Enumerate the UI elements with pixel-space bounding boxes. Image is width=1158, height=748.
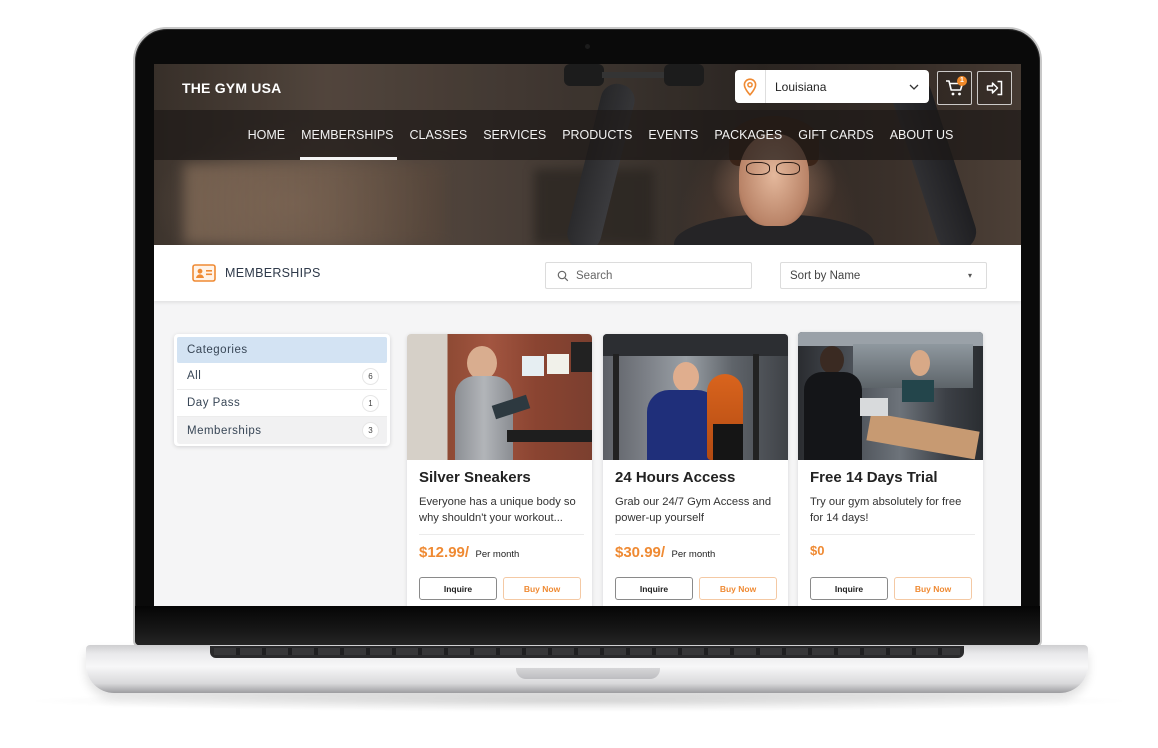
- card-description: Everyone has a unique body so why should…: [419, 496, 576, 524]
- sort-select[interactable]: Sort by Name ▾: [780, 262, 987, 289]
- card-divider: [419, 534, 584, 535]
- card-price: $0: [810, 542, 826, 560]
- page-toolbar: MEMBERSHIPS Sort by Name ▾: [154, 245, 1021, 301]
- category-item-day-pass[interactable]: Day Pass 1: [177, 390, 387, 417]
- category-count-badge: 3: [362, 422, 379, 439]
- inquire-button[interactable]: Inquire: [810, 577, 888, 600]
- membership-card[interactable]: Silver Sneakers Everyone has a unique bo…: [407, 334, 592, 606]
- nav-products[interactable]: PRODUCTS: [562, 110, 632, 160]
- price-amount: $12.99/: [419, 544, 470, 561]
- main-nav: HOME MEMBERSHIPS CLASSES SERVICES PRODUC…: [154, 110, 1021, 160]
- membership-card[interactable]: Free 14 Days Trial Try our gym absolutel…: [798, 332, 983, 606]
- membership-card[interactable]: 24 Hours Access Grab our 24/7 Gym Access…: [603, 334, 788, 606]
- category-label: Day Pass: [187, 397, 241, 409]
- search-box[interactable]: [545, 262, 752, 289]
- buy-now-button[interactable]: Buy Now: [699, 577, 777, 600]
- card-description: Grab our 24/7 Gym Access and power-up yo…: [615, 496, 772, 524]
- price-amount: $30.99/: [615, 544, 666, 561]
- card-price: $12.99/ Per month: [419, 544, 519, 562]
- card-photo: [407, 334, 592, 460]
- page-title: MEMBERSHIPS: [225, 266, 321, 280]
- nav-classes[interactable]: CLASSES: [410, 110, 468, 160]
- price-amount: $0: [810, 543, 825, 558]
- price-period: Per month: [475, 549, 520, 560]
- main-nav-bar: HOME MEMBERSHIPS CLASSES SERVICES PRODUC…: [154, 110, 1021, 160]
- laptop-mockup: THE GYM USA Louisiana 1 HOME MEMBERSHIPS…: [0, 0, 1158, 748]
- search-input[interactable]: [576, 269, 736, 282]
- card-divider: [615, 534, 780, 535]
- category-label: All: [187, 370, 202, 382]
- login-icon: [986, 80, 1002, 96]
- card-description: Try our gym absolutely for free for 14 d…: [810, 496, 962, 524]
- map-pin-icon: [735, 70, 766, 103]
- sort-value: Sort by Name: [790, 269, 861, 282]
- id-card-icon: [192, 264, 216, 282]
- card-title: Silver Sneakers: [419, 469, 531, 486]
- cart-count-badge: 1: [957, 76, 967, 86]
- nav-services[interactable]: SERVICES: [483, 110, 546, 160]
- category-item-all[interactable]: All 6: [177, 363, 387, 390]
- card-title: Free 14 Days Trial: [810, 469, 938, 486]
- search-icon: [557, 270, 569, 282]
- categories-header: Categories: [177, 337, 387, 363]
- screen: THE GYM USA Louisiana 1 HOME MEMBERSHIPS…: [154, 64, 1021, 606]
- location-value: Louisiana: [775, 79, 827, 94]
- nav-about-us[interactable]: ABOUT US: [890, 110, 954, 160]
- buy-now-button[interactable]: Buy Now: [894, 577, 972, 600]
- category-item-memberships[interactable]: Memberships 3: [177, 417, 387, 444]
- card-price: $30.99/ Per month: [615, 544, 715, 562]
- hero-banner: THE GYM USA Louisiana 1 HOME MEMBERSHIPS…: [154, 64, 1021, 245]
- categories-panel: Categories All 6 Day Pass 1 Memberships …: [174, 334, 390, 446]
- login-button[interactable]: [977, 71, 1012, 105]
- hero-glasses: [744, 162, 804, 176]
- brand-logo[interactable]: THE GYM USA: [182, 80, 281, 96]
- inquire-button[interactable]: Inquire: [615, 577, 693, 600]
- chevron-down-icon: [909, 82, 919, 92]
- card-photo: [798, 332, 983, 460]
- laptop-camera: [585, 44, 590, 49]
- laptop-bezel-bottom: [135, 606, 1040, 646]
- nav-memberships[interactable]: MEMBERSHIPS: [300, 110, 397, 160]
- card-divider: [810, 534, 975, 535]
- nav-packages[interactable]: PACKAGES: [714, 110, 782, 160]
- category-count-badge: 6: [362, 367, 379, 385]
- laptop-notch: [516, 668, 660, 679]
- price-period: Per month: [671, 549, 716, 560]
- laptop-shadow: [20, 690, 1138, 712]
- inquire-button[interactable]: Inquire: [419, 577, 497, 600]
- chevron-down-icon: ▾: [967, 271, 972, 280]
- category-label: Memberships: [187, 424, 262, 437]
- nav-home[interactable]: HOME: [248, 110, 286, 160]
- card-photo: [603, 334, 788, 460]
- laptop-keyboard: [210, 646, 964, 658]
- nav-gift-cards[interactable]: GIFT CARDS: [798, 110, 873, 160]
- buy-now-button[interactable]: Buy Now: [503, 577, 581, 600]
- category-count-badge: 1: [362, 394, 379, 412]
- cart-button[interactable]: 1: [937, 71, 972, 105]
- card-title: 24 Hours Access: [615, 469, 736, 486]
- nav-events[interactable]: EVENTS: [648, 110, 698, 160]
- location-select[interactable]: Louisiana: [735, 70, 929, 103]
